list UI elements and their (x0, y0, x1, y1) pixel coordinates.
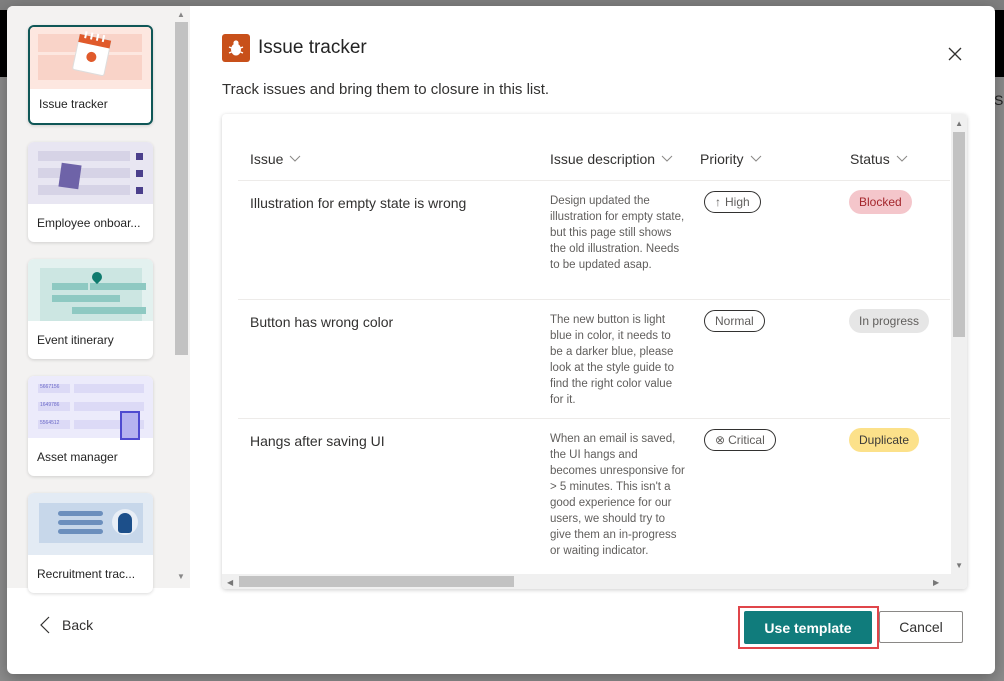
asset-number: 1649786 (38, 402, 70, 411)
column-header-issue[interactable]: Issue (250, 151, 301, 167)
template-preview: Issue Issue description Priority Status … (222, 114, 967, 589)
priority-label: Normal (715, 314, 754, 328)
chevron-down-icon (896, 155, 908, 162)
dialog-subtitle: Track issues and bring them to closure i… (222, 81, 550, 98)
asset-number: 5564512 (38, 420, 70, 429)
template-card-label: Event itinerary (37, 333, 114, 347)
cell-description: The new button is light blue in color, i… (550, 314, 675, 406)
column-header-label: Status (850, 151, 890, 167)
cell-issue: Hangs after saving UI (250, 433, 385, 449)
calendar-bug-illustration (30, 27, 151, 89)
circle-x-icon: ⊗ (715, 433, 726, 447)
status-badge: Duplicate (849, 428, 920, 452)
status-badge: Blocked (849, 190, 912, 214)
row-divider (238, 180, 950, 181)
back-button[interactable]: Back (40, 616, 93, 634)
chevron-down-icon (661, 155, 673, 162)
scroll-down-arrow-icon[interactable]: ▼ (177, 572, 185, 581)
template-card-employee-onboarding[interactable]: Employee onboar... (28, 142, 153, 242)
status-badge: In progress (849, 309, 930, 333)
use-template-button[interactable]: Use template (744, 611, 872, 644)
scroll-up-arrow-icon[interactable]: ▲ (177, 10, 185, 19)
column-header-label: Priority (700, 151, 744, 167)
chevron-down-icon (750, 155, 761, 162)
template-card-label: Recruitment trac... (37, 567, 136, 581)
template-card-label: Employee onboar... (37, 216, 141, 230)
column-header-issue-description[interactable]: Issue description (550, 151, 673, 167)
status-label: Blocked (859, 195, 902, 209)
dialog-title: Issue tracker (258, 37, 367, 58)
template-dialog: ▲ ▼ Issue tracker Employee onboar... Eve… (7, 6, 995, 674)
chevron-left-icon (40, 616, 50, 634)
chevron-down-icon (290, 155, 301, 162)
status-label: In progress (859, 314, 920, 328)
template-card-event-itinerary[interactable]: Event itinerary (28, 259, 153, 359)
scroll-down-arrow-icon[interactable]: ▼ (955, 561, 963, 570)
column-header-label: Issue (250, 151, 284, 167)
preview-vertical-scroll-thumb[interactable] (953, 132, 965, 337)
priority-badge: ↑ High (704, 191, 761, 213)
map-pin-itinerary-illustration (28, 259, 153, 321)
bug-icon (222, 34, 250, 62)
scroll-left-arrow-icon[interactable]: ◀ (227, 578, 233, 587)
close-icon[interactable] (945, 44, 965, 64)
column-header-priority[interactable]: Priority (700, 151, 762, 167)
cancel-button[interactable]: Cancel (879, 611, 963, 643)
status-label: Duplicate (859, 433, 910, 447)
row-divider (238, 299, 950, 300)
cell-issue: Button has wrong color (250, 314, 394, 330)
cell-issue: Illustration for empty state is wrong (250, 195, 467, 211)
priority-label: Critical (728, 433, 765, 447)
scroll-up-arrow-icon[interactable]: ▲ (955, 119, 963, 128)
asset-number: 5667156 (38, 384, 70, 393)
clipboard-checklist-illustration (28, 142, 153, 204)
template-card-label: Issue tracker (39, 97, 108, 111)
template-card-recruitment-tracker[interactable]: Recruitment trac... (28, 493, 153, 593)
template-card-asset-manager[interactable]: 5667156 1649786 5564512 Asset manager (28, 376, 153, 476)
priority-badge: ⊗ Critical (704, 429, 776, 451)
template-sidebar: ▲ ▼ Issue tracker Employee onboar... Eve… (7, 6, 190, 593)
scroll-right-arrow-icon[interactable]: ▶ (933, 578, 939, 587)
arrow-up-icon: ↑ (715, 195, 721, 209)
cell-description: Design updated the illustration for empt… (550, 195, 685, 271)
candidate-profile-illustration (28, 493, 153, 555)
row-divider (238, 418, 950, 419)
preview-horizontal-scroll-thumb[interactable] (239, 576, 514, 587)
column-header-label: Issue description (550, 151, 656, 167)
priority-badge: Normal (704, 310, 765, 332)
template-card-label: Asset manager (37, 450, 118, 464)
template-card-issue-tracker[interactable]: Issue tracker (28, 25, 153, 125)
priority-label: High (725, 195, 750, 209)
back-label: Back (62, 617, 94, 633)
column-header-status[interactable]: Status (850, 151, 908, 167)
dialog-header: Issue tracker (222, 34, 367, 62)
asset-tag-device-illustration: 5667156 1649786 5564512 (28, 376, 153, 440)
cell-description: When an email is saved, the UI hangs and… (550, 433, 685, 557)
background-text-fragment: S (994, 92, 1004, 108)
sidebar-scroll-thumb[interactable] (175, 22, 188, 355)
